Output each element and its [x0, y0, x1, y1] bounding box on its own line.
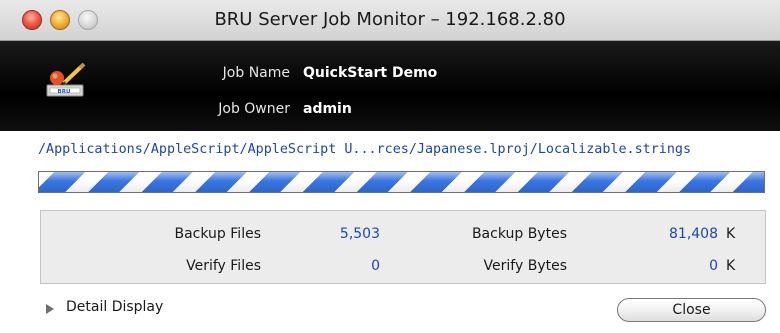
job-monitor-window: BRU Server Job Monitor – 192.168.2.80 BR…	[0, 0, 780, 333]
backup-files-label: Backup Files	[174, 226, 262, 242]
title-bar[interactable]: BRU Server Job Monitor – 192.168.2.80	[0, 0, 780, 41]
current-file-path: /Applications/AppleScript/AppleScript U.…	[38, 142, 692, 157]
progress-bar	[38, 171, 765, 193]
backup-bytes-value: 81,408	[669, 226, 718, 242]
job-header: BRU Job Name QuickStart Demo Job Owner a…	[0, 41, 780, 131]
backup-bytes-label: Backup Bytes	[471, 226, 567, 242]
job-name-value: QuickStart Demo	[303, 65, 438, 81]
verify-bytes-unit: K	[726, 258, 736, 274]
disclosure-triangle-icon[interactable]	[44, 300, 56, 314]
window-title: BRU Server Job Monitor – 192.168.2.80	[214, 9, 566, 30]
verify-bytes-label: Verify Bytes	[483, 258, 567, 274]
job-name-label: Job Name	[222, 65, 290, 81]
stats-panel: Backup Files 5,503 Backup Bytes 81,408 K…	[40, 210, 766, 284]
backup-bytes-unit: K	[726, 226, 736, 242]
bru-app-icon: BRU	[44, 61, 90, 101]
detail-display-label[interactable]: Detail Display	[66, 299, 163, 315]
verify-files-label: Verify Files	[186, 258, 261, 274]
job-owner-label: Job Owner	[218, 101, 290, 117]
close-button[interactable]: Close	[617, 298, 766, 322]
backup-files-value: 5,503	[339, 226, 380, 242]
job-owner-value: admin	[303, 101, 352, 117]
svg-text:BRU: BRU	[58, 89, 71, 95]
verify-files-value: 0	[371, 258, 380, 274]
verify-bytes-value: 0	[709, 258, 718, 274]
